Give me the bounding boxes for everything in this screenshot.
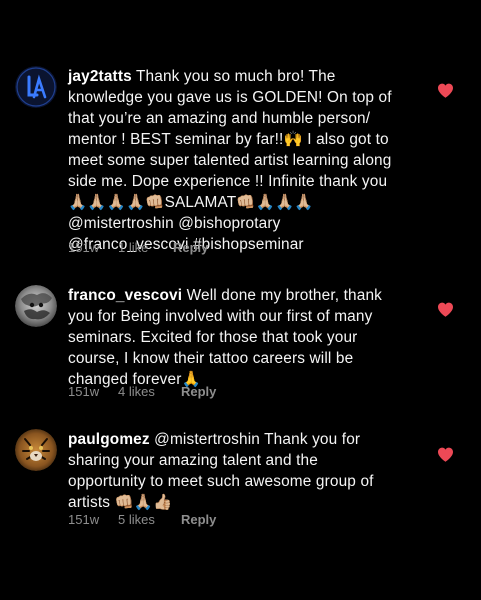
heart-icon[interactable] — [437, 83, 454, 98]
comment-username[interactable]: paulgomez — [68, 431, 150, 448]
comment-timestamp: 151w — [68, 240, 100, 255]
reply-button[interactable]: Reply — [173, 240, 208, 255]
tiger-photo-icon — [15, 429, 57, 471]
heart-icon[interactable] — [437, 447, 454, 462]
comment-likes-count[interactable]: 1 like — [118, 240, 173, 255]
user-photo-icon — [15, 285, 57, 327]
heart-icon[interactable] — [437, 302, 454, 317]
la-dodgers-logo-icon — [15, 66, 57, 108]
comment-username[interactable]: franco_vescovi — [68, 287, 182, 304]
comment-text: paulgomez @mistertroshin Thank you for s… — [68, 429, 420, 513]
comment-likes-count[interactable]: 5 likes — [118, 512, 181, 527]
comment-timestamp: 151w — [68, 512, 100, 527]
comment-timestamp: 151w — [68, 384, 100, 399]
comment-text: jay2tatts Thank you so much bro! The kno… — [68, 66, 420, 255]
avatar[interactable] — [15, 429, 57, 471]
comment-meta: 151w 5 likes Reply — [68, 512, 216, 527]
comment-body: Thank you so much bro! The knowledge you… — [68, 68, 392, 253]
reply-button[interactable]: Reply — [181, 384, 216, 399]
reply-button[interactable]: Reply — [181, 512, 216, 527]
avatar[interactable] — [15, 285, 57, 327]
comment-meta: 151w 1 like Reply — [68, 240, 208, 255]
comment-username[interactable]: jay2tatts — [68, 68, 132, 85]
avatar[interactable] — [15, 66, 57, 108]
comment-meta: 151w 4 likes Reply — [68, 384, 216, 399]
comment-text: franco_vescovi Well done my brother, tha… — [68, 285, 420, 390]
comment-likes-count[interactable]: 4 likes — [118, 384, 181, 399]
